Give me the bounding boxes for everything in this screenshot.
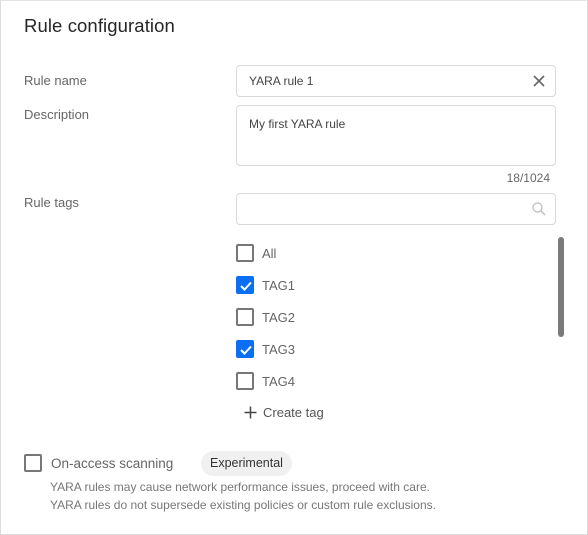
tag-search-input[interactable] bbox=[236, 193, 556, 225]
create-tag-button[interactable]: Create tag bbox=[244, 405, 324, 420]
tag-label: TAG2 bbox=[262, 309, 295, 325]
rule-name-value[interactable]: YARA rule 1 bbox=[249, 74, 313, 88]
rule-name-label: Rule name bbox=[24, 73, 87, 88]
rule-configuration-panel: Rule configuration Rule name YARA rule 1… bbox=[0, 0, 588, 535]
tag-list-scrollbar[interactable] bbox=[558, 237, 564, 337]
create-tag-label: Create tag bbox=[263, 405, 324, 420]
on-access-checkbox[interactable] bbox=[24, 454, 42, 472]
checkmark-icon bbox=[240, 281, 252, 291]
on-access-label: On-access scanning bbox=[51, 455, 174, 471]
tag-label: TAG3 bbox=[262, 341, 295, 357]
checkmark-icon bbox=[240, 345, 252, 355]
warning-note: YARA rules may cause network performance… bbox=[50, 480, 430, 494]
rule-tags-label: Rule tags bbox=[24, 195, 79, 210]
tag-label: TAG4 bbox=[262, 373, 295, 389]
checkbox[interactable] bbox=[236, 372, 254, 390]
tag-label: All bbox=[262, 245, 277, 261]
experimental-badge: Experimental bbox=[201, 451, 292, 476]
tag-item-all[interactable]: All bbox=[236, 243, 276, 263]
checkbox[interactable] bbox=[236, 308, 254, 326]
checkbox-checked[interactable] bbox=[236, 340, 254, 358]
search-icon bbox=[532, 202, 546, 216]
clear-icon[interactable] bbox=[531, 73, 547, 89]
rule-name-input[interactable]: YARA rule 1 bbox=[236, 65, 556, 97]
tag-item-tag1[interactable]: TAG1 bbox=[236, 275, 295, 295]
description-label: Description bbox=[24, 107, 90, 122]
tag-item-tag4[interactable]: TAG4 bbox=[236, 371, 295, 391]
tag-item-tag2[interactable]: TAG2 bbox=[236, 307, 295, 327]
tag-item-tag3[interactable]: TAG3 bbox=[236, 339, 295, 359]
on-access-scanning-option[interactable]: On-access scanning bbox=[24, 454, 173, 472]
checkbox[interactable] bbox=[236, 244, 254, 262]
tag-label: TAG1 bbox=[262, 277, 295, 293]
exclusion-note: YARA rules do not supersede existing pol… bbox=[50, 498, 436, 512]
description-value[interactable]: My first YARA rule bbox=[249, 117, 345, 131]
checkbox-checked[interactable] bbox=[236, 276, 254, 294]
plus-icon bbox=[244, 406, 257, 419]
character-counter: 18/1024 bbox=[506, 171, 550, 185]
description-textarea[interactable]: My first YARA rule bbox=[236, 105, 556, 166]
page-title: Rule configuration bbox=[24, 15, 175, 36]
